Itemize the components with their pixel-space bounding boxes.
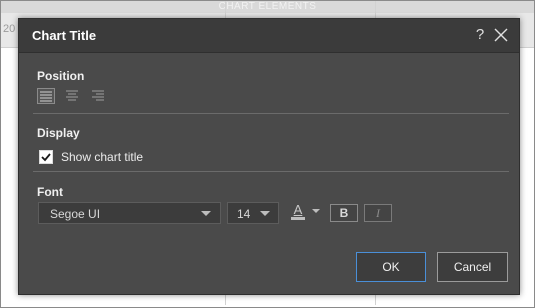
font-color-icon: A — [293, 202, 303, 217]
help-button[interactable]: ? — [473, 26, 487, 44]
bold-button[interactable]: B — [330, 204, 358, 222]
background-header: CHART ELEMENTS — [1, 1, 534, 13]
cancel-button[interactable]: Cancel — [437, 252, 508, 282]
chevron-down-icon — [312, 209, 320, 213]
font-family-dropdown[interactable]: Segoe UI — [38, 202, 221, 224]
section-divider — [33, 171, 509, 172]
align-right-icon[interactable] — [90, 88, 108, 104]
position-section-label: Position — [37, 69, 85, 83]
display-section-label: Display — [37, 126, 80, 140]
chevron-down-icon — [260, 211, 270, 216]
show-chart-title-checkbox[interactable] — [39, 150, 53, 164]
dialog-titlebar: Chart Title ? — [19, 19, 519, 53]
section-divider — [33, 113, 509, 114]
font-size-value: 14 — [237, 207, 251, 221]
font-size-dropdown[interactable]: 14 — [227, 202, 279, 224]
show-chart-title-label[interactable]: Show chart title — [61, 150, 143, 164]
font-family-value: Segoe UI — [50, 207, 101, 221]
font-color-button[interactable]: A — [291, 203, 323, 223]
font-color-swatch — [291, 217, 305, 220]
close-icon[interactable] — [494, 28, 508, 42]
dialog-title: Chart Title — [32, 28, 97, 43]
chart-title-dialog: Chart Title ? Position Display Show char… — [18, 18, 520, 295]
italic-button[interactable]: I — [364, 204, 392, 222]
font-section-label: Font — [37, 185, 63, 199]
checkmark-icon — [41, 153, 51, 162]
background-cell: 20 — [3, 23, 16, 35]
align-left-icon[interactable] — [37, 88, 55, 104]
chevron-down-icon — [201, 211, 211, 216]
ok-button[interactable]: OK — [356, 252, 426, 282]
align-center-icon[interactable] — [64, 88, 82, 104]
